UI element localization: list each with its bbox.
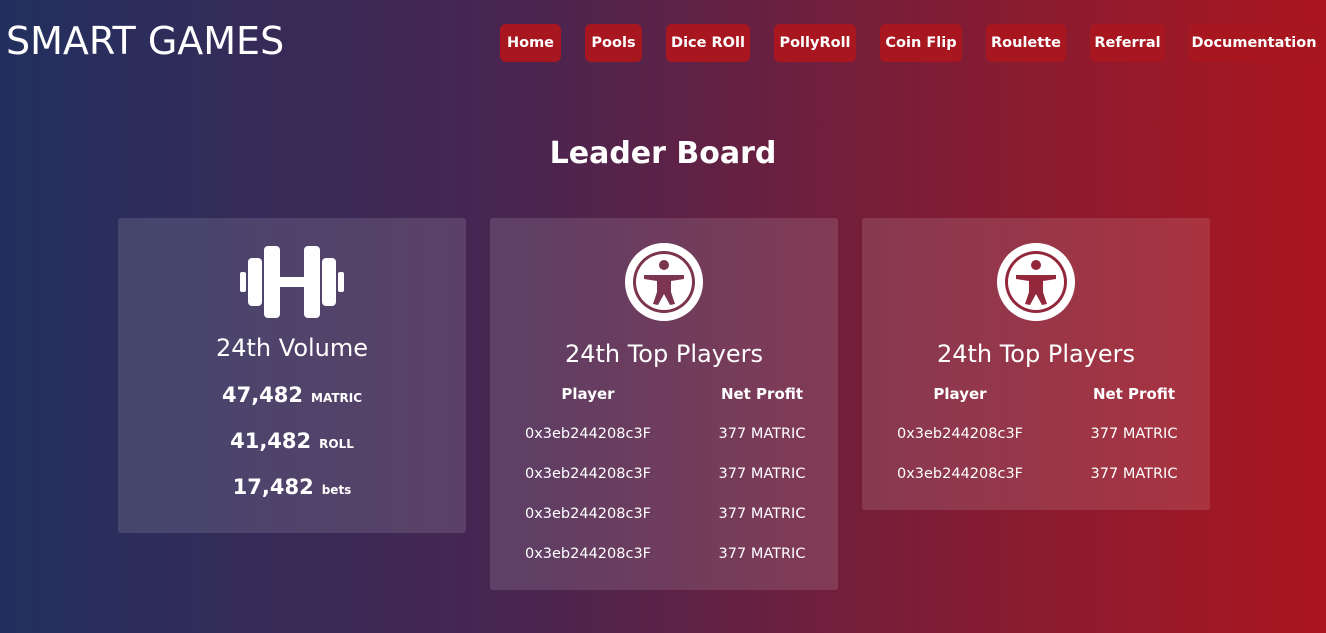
player-net-profit: 377 MATRIC xyxy=(718,506,806,522)
dumbbell-icon xyxy=(118,246,466,318)
volume-heading: 24th Volume xyxy=(215,334,369,362)
player-net-profit: 377 MATRIC xyxy=(718,546,806,562)
column-header-player: Player xyxy=(933,385,987,403)
stat-unit: MATRIC xyxy=(311,391,363,405)
main-nav: Home Pools Dice ROll PollyRoll Coin Flip… xyxy=(0,24,1326,64)
nav-home-button[interactable]: Home xyxy=(500,24,561,62)
nav-pools-button[interactable]: Pools xyxy=(585,24,642,62)
top-players-card-secondary: 24th Top Players Player Net Profit 0x3eb… xyxy=(862,218,1210,510)
nav-referral-button[interactable]: Referral xyxy=(1090,24,1165,62)
stat-unit: bets xyxy=(321,483,352,497)
page-title: Leader Board xyxy=(549,136,777,171)
player-net-profit: 377 MATRIC xyxy=(1090,426,1178,442)
volume-stat-bets: 17,482 bets xyxy=(118,473,466,504)
player-net-profit: 377 MATRIC xyxy=(1090,466,1178,482)
stat-value: 17,482 xyxy=(232,475,314,499)
stat-value: 47,482 xyxy=(221,383,304,407)
player-address: 0x3eb244208c3F xyxy=(524,426,652,442)
column-header-net-profit: Net Profit xyxy=(720,385,804,403)
top-players-card: 24th Top Players Player Net Profit 0x3eb… xyxy=(490,218,838,590)
stat-value: 41,482 xyxy=(230,429,312,453)
player-address: 0x3eb244208c3F xyxy=(524,546,652,562)
volume-stat-roll: 41,482 ROLL xyxy=(118,427,466,458)
volume-card: 24th Volume 47,482 MATRIC 41,482 ROLL 17,4… xyxy=(118,218,466,533)
stat-unit: ROLL xyxy=(319,437,354,451)
column-header-player: Player xyxy=(561,385,615,403)
player-address: 0x3eb244208c3F xyxy=(524,506,652,522)
player-net-profit: 377 MATRIC xyxy=(718,466,806,482)
player-address: 0x3eb244208c3F xyxy=(896,466,1024,482)
player-address: 0x3eb244208c3F xyxy=(524,466,652,482)
player-net-profit: 377 MATRIC xyxy=(718,426,806,442)
nav-coin-flip-button[interactable]: Coin Flip xyxy=(880,24,962,62)
nav-dice-roll-button[interactable]: Dice ROll xyxy=(666,24,750,62)
column-header-net-profit: Net Profit xyxy=(1092,385,1176,403)
player-address: 0x3eb244208c3F xyxy=(896,426,1024,442)
top-players-heading: 24th Top Players xyxy=(936,340,1136,368)
nav-documentation-button[interactable]: Documentation xyxy=(1189,24,1319,62)
volume-stat-matric: 47,482 MATRIC xyxy=(118,381,466,412)
nav-pollyroll-button[interactable]: PollyRoll xyxy=(774,24,856,62)
accessibility-icon xyxy=(862,242,1210,322)
accessibility-icon xyxy=(490,242,838,322)
nav-roulette-button[interactable]: Roulette xyxy=(986,24,1066,62)
top-players-heading: 24th Top Players xyxy=(564,340,764,368)
